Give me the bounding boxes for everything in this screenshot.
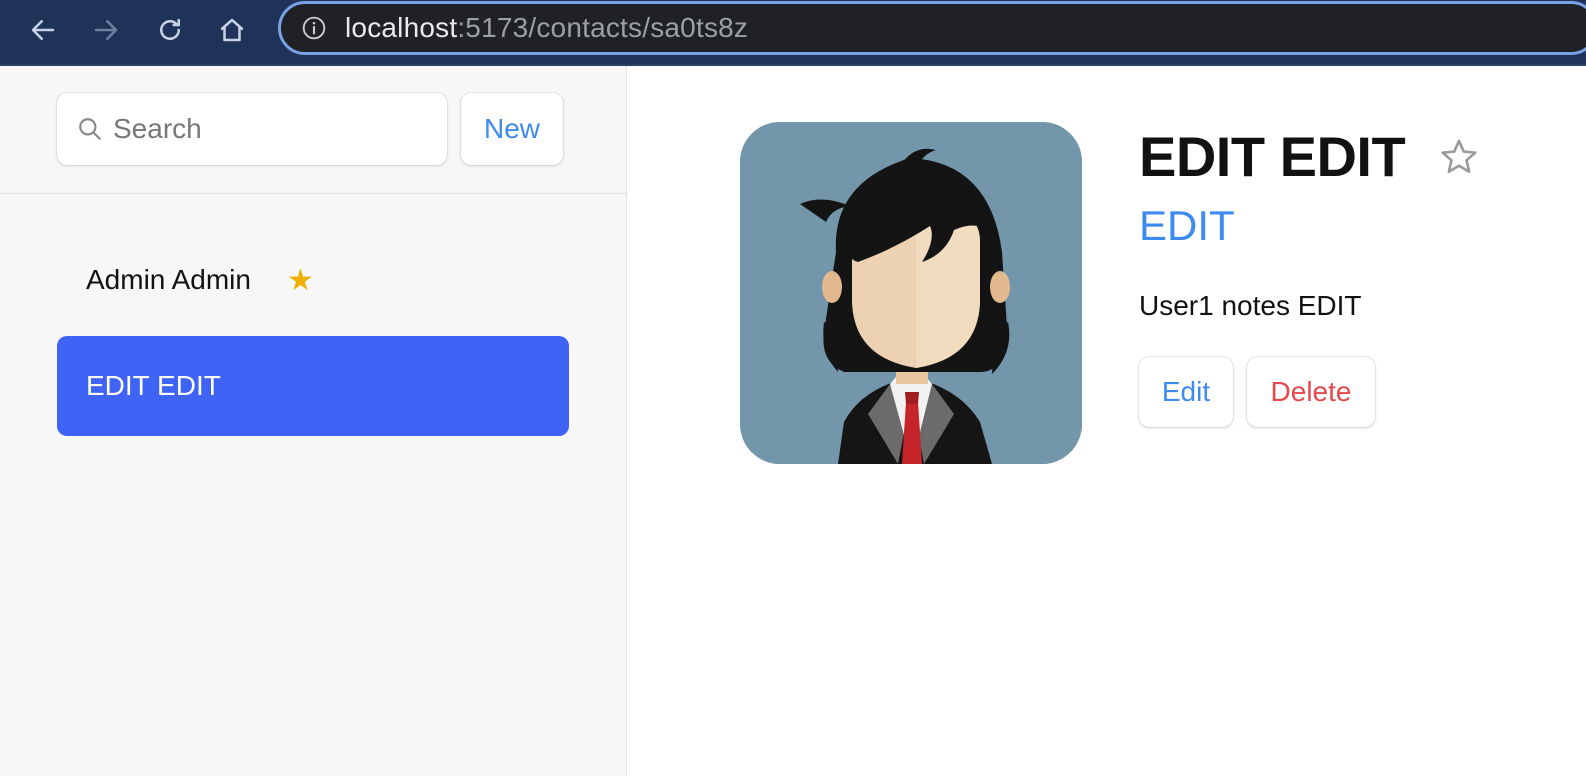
info-icon[interactable]	[299, 13, 329, 43]
contact-twitter-link[interactable]: EDIT	[1139, 202, 1235, 250]
contact-name-heading: EDIT EDIT	[1139, 125, 1406, 188]
search-row: New	[0, 66, 626, 194]
contact-notes: User1 notes EDIT	[1139, 290, 1362, 321]
edit-button[interactable]: Edit	[1139, 357, 1233, 427]
search-input[interactable]	[113, 113, 413, 145]
address-bar[interactable]: localhost:5173/contacts/sa0ts8z	[278, 1, 1586, 55]
contact-item-admin-admin[interactable]: Admin Admin ★	[57, 230, 569, 330]
reload-icon	[160, 18, 180, 40]
contact-name-row: EDIT EDIT	[1139, 124, 1481, 189]
star-outline-icon	[1441, 139, 1477, 173]
back-icon	[31, 20, 55, 40]
contact-name: Admin Admin	[86, 264, 251, 295]
favorite-toggle-button[interactable]	[1437, 135, 1481, 179]
url-path: :5173/contacts/sa0ts8z	[457, 12, 749, 43]
delete-button[interactable]: Delete	[1247, 357, 1375, 427]
contact-detail: EDIT EDIT EDIT User1 notes EDIT Edit Del…	[627, 66, 1586, 776]
browser-toolbar: localhost:5173/contacts/sa0ts8z	[0, 0, 1586, 66]
back-button[interactable]	[23, 10, 63, 50]
contact-item-edit-edit[interactable]: EDIT EDIT	[57, 336, 569, 436]
avatar	[740, 122, 1082, 464]
forward-icon	[94, 20, 118, 40]
reload-button[interactable]	[150, 10, 190, 50]
new-contact-button[interactable]: New	[461, 93, 563, 165]
home-icon	[220, 18, 244, 42]
contact-name: EDIT EDIT	[86, 370, 221, 401]
url-host: localhost	[345, 12, 458, 43]
contact-actions: Edit Delete	[1139, 357, 1375, 427]
star-icon: ★	[286, 263, 314, 297]
contact-list: Admin Admin ★ EDIT EDIT	[57, 230, 569, 436]
forward-button[interactable]	[86, 10, 126, 50]
search-icon	[77, 116, 103, 142]
url-text: localhost:5173/contacts/sa0ts8z	[345, 12, 748, 44]
sidebar: New Admin Admin ★ EDIT EDIT	[0, 66, 627, 776]
home-button[interactable]	[212, 10, 252, 50]
search-box[interactable]	[57, 93, 447, 165]
